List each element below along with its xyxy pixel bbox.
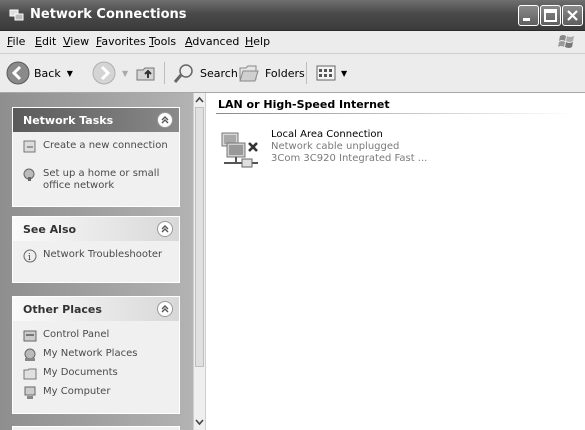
task-home-network[interactable]: Set up a home or small office network — [13, 168, 179, 196]
panel-title: Other Places — [23, 303, 102, 316]
menu-help[interactable]: Help — [245, 35, 270, 48]
forward-dropdown-icon[interactable]: ▼ — [122, 69, 128, 78]
group-header: LAN or High-Speed Internet — [218, 98, 390, 111]
connection-status: Network cable unplugged — [271, 141, 400, 152]
views-icon — [316, 65, 336, 81]
collapse-button[interactable] — [157, 301, 173, 317]
place-label[interactable]: My Computer — [43, 386, 110, 397]
lan-connection-icon — [221, 132, 258, 168]
menu-file[interactable]: File — [7, 35, 25, 48]
folders-button[interactable]: Folders — [237, 60, 305, 86]
search-button[interactable]: Search — [172, 60, 238, 86]
collapse-chevron-icon — [161, 116, 169, 124]
toolbar: Back ▼ ▼ Search Folders ▼ — [0, 54, 585, 93]
up-button[interactable] — [134, 60, 158, 86]
collapse-button[interactable] — [157, 221, 173, 237]
other-places-header[interactable]: Other Places — [13, 297, 179, 321]
search-icon — [173, 64, 193, 83]
place-my-network-places[interactable]: My Network Places — [13, 348, 179, 367]
task-pane: Network Tasks Create a new connection Se… — [0, 93, 193, 430]
toolbar-separator — [306, 62, 307, 84]
place-label[interactable]: Control Panel — [43, 329, 109, 340]
task-pane-scrollbar[interactable] — [193, 93, 206, 430]
see-also-panel: See Also i Network Troubleshooter — [12, 216, 180, 283]
windows-logo-icon — [558, 35, 574, 48]
network-tasks-header[interactable]: Network Tasks — [13, 108, 179, 132]
home-network-icon — [23, 168, 35, 181]
back-button[interactable]: Back ▼ — [6, 60, 73, 86]
svg-text:i: i — [28, 253, 31, 263]
close-icon — [567, 10, 578, 21]
network-places-icon — [24, 348, 36, 361]
back-arrow-icon — [6, 61, 30, 85]
task-create-connection[interactable]: Create a new connection — [13, 140, 179, 166]
network-tasks-panel: Network Tasks Create a new connection Se… — [12, 107, 180, 207]
troubleshooter-icon: i — [23, 249, 37, 263]
control-panel-icon — [23, 330, 37, 342]
place-control-panel[interactable]: Control Panel — [13, 329, 179, 348]
place-label[interactable]: My Network Places — [43, 348, 137, 359]
details-panel-partial — [12, 426, 180, 430]
place-label[interactable]: My Documents — [43, 367, 118, 378]
task-label[interactable]: Network Troubleshooter — [43, 249, 162, 260]
connection-device: 3Com 3C920 Integrated Fast ... — [271, 153, 428, 164]
views-button[interactable]: ▼ — [314, 60, 347, 86]
maximize-button[interactable] — [540, 5, 561, 26]
scroll-down-icon[interactable] — [194, 416, 205, 428]
menu-advanced[interactable]: Advanced — [185, 35, 239, 48]
menu-tools[interactable]: Tools — [149, 35, 176, 48]
see-also-header[interactable]: See Also — [13, 217, 179, 241]
window: Network Connections File Edit View Favor… — [0, 0, 585, 430]
close-button[interactable] — [562, 5, 583, 26]
folders-label: Folders — [265, 66, 305, 80]
scroll-thumb[interactable] — [195, 107, 204, 367]
minimize-button[interactable] — [518, 5, 539, 26]
place-my-computer[interactable]: My Computer — [13, 386, 179, 405]
other-places-panel: Other Places Control Panel My Network Pl… — [12, 296, 180, 414]
menu-bar: File Edit View Favorites Tools Advanced … — [0, 31, 585, 54]
content-pane: LAN or High-Speed Internet Local Area Co… — [206, 93, 585, 430]
forward-arrow-icon — [92, 61, 116, 85]
back-label: Back — [34, 66, 61, 80]
group-divider — [216, 113, 576, 114]
task-troubleshooter[interactable]: i Network Troubleshooter — [13, 249, 179, 275]
connection-name: Local Area Connection — [271, 129, 383, 140]
window-title: Network Connections — [30, 7, 187, 22]
menu-view[interactable]: View — [63, 35, 89, 48]
my-computer-icon — [24, 386, 36, 399]
task-label[interactable]: Create a new connection — [43, 140, 168, 151]
collapse-chevron-icon — [161, 305, 169, 313]
menu-favorites[interactable]: Favorites — [96, 35, 146, 48]
back-dropdown-icon[interactable]: ▼ — [67, 69, 73, 78]
collapse-button[interactable] — [157, 112, 173, 128]
title-bar[interactable]: Network Connections — [0, 0, 585, 31]
my-documents-icon — [23, 368, 37, 380]
collapse-chevron-icon — [161, 225, 169, 233]
up-folder-icon — [136, 67, 155, 81]
minimize-icon — [523, 18, 530, 21]
views-dropdown-icon[interactable]: ▼ — [341, 69, 347, 78]
menu-edit[interactable]: Edit — [35, 35, 56, 48]
panel-title: Network Tasks — [23, 114, 114, 127]
maximize-icon — [544, 9, 557, 22]
toolbar-separator — [164, 62, 165, 84]
panel-title: See Also — [23, 223, 77, 236]
task-label[interactable]: Set up a home or small office network — [43, 168, 159, 191]
search-label: Search — [200, 66, 238, 80]
new-connection-icon — [23, 140, 36, 153]
scroll-up-icon[interactable] — [194, 94, 205, 106]
place-my-documents[interactable]: My Documents — [13, 367, 179, 386]
folders-icon — [239, 65, 259, 82]
lan-connection-item[interactable]: Local Area Connection Network cable unpl… — [218, 127, 478, 177]
network-connections-icon — [9, 9, 24, 21]
forward-button[interactable]: ▼ — [92, 60, 128, 86]
